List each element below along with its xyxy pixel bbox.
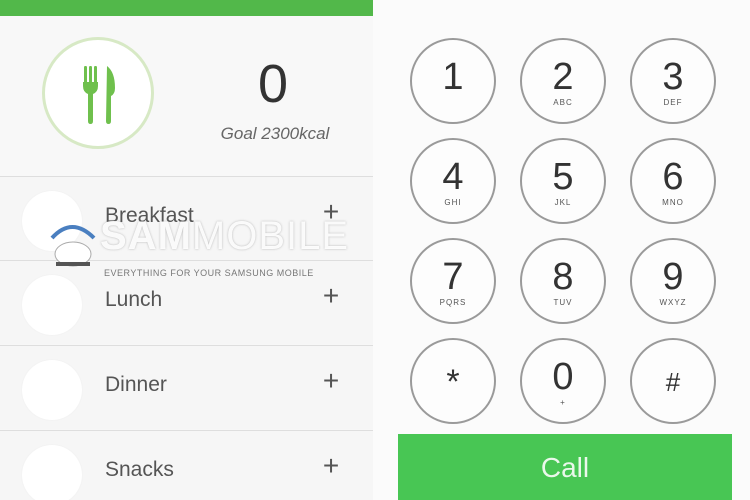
- key-letters: GHI: [444, 198, 462, 207]
- key-letters: TUV: [553, 298, 573, 307]
- key-hash[interactable]: #: [630, 338, 716, 424]
- key-digit: 1: [442, 56, 464, 98]
- key-digit: *: [446, 363, 460, 401]
- key-star[interactable]: *: [410, 338, 496, 424]
- key-digit: 8: [552, 256, 574, 298]
- calorie-count: 0: [257, 54, 289, 114]
- key-8[interactable]: 8 TUV: [520, 238, 606, 324]
- key-letters: ABC: [553, 98, 573, 107]
- key-digit: #: [665, 367, 681, 397]
- key-digit: 3: [662, 56, 684, 98]
- add-dinner-button[interactable]: +: [316, 366, 346, 396]
- key-letters: PQRS: [439, 298, 467, 307]
- add-breakfast-button[interactable]: +: [316, 197, 346, 227]
- key-digit: 2: [552, 56, 574, 98]
- meal-thumbnail: [22, 275, 82, 335]
- key-9[interactable]: 9 WXYZ: [630, 238, 716, 324]
- call-button[interactable]: Call: [398, 434, 732, 500]
- meal-label: Breakfast: [105, 204, 194, 227]
- add-snacks-button[interactable]: +: [316, 451, 346, 481]
- food-category-button[interactable]: [42, 37, 154, 149]
- key-letters: MNO: [662, 198, 684, 207]
- meal-thumbnail: [22, 360, 82, 420]
- key-2[interactable]: 2 ABC: [520, 38, 606, 124]
- key-5[interactable]: 5 JKL: [520, 138, 606, 224]
- meal-row-snacks[interactable]: Snacks +: [0, 430, 373, 500]
- key-1[interactable]: 1: [410, 38, 496, 124]
- add-lunch-button[interactable]: +: [316, 281, 346, 311]
- key-6[interactable]: 6 MNO: [630, 138, 716, 224]
- meal-label: Dinner: [105, 373, 167, 396]
- calorie-goal: Goal 2300kcal: [220, 124, 330, 143]
- dialer-panel: 1 2 ABC 3 DEF 4 GHI 5 JKL 6 MNO 7 PQRS 8…: [373, 0, 750, 500]
- meal-thumbnail: [22, 445, 82, 500]
- calorie-summary: 0 Goal 2300kcal: [0, 16, 373, 176]
- key-7[interactable]: 7 PQRS: [410, 238, 496, 324]
- key-digit: 6: [662, 156, 684, 198]
- meal-label: Lunch: [105, 288, 163, 311]
- key-digit: 9: [662, 256, 684, 298]
- top-bar: [0, 0, 373, 16]
- key-letters: +: [560, 398, 566, 407]
- key-letters: WXYZ: [659, 298, 687, 307]
- key-digit: 5: [552, 156, 574, 198]
- key-4[interactable]: 4 GHI: [410, 138, 496, 224]
- key-letters: DEF: [663, 98, 683, 107]
- meal-row-lunch[interactable]: Lunch +: [0, 260, 373, 344]
- meal-row-dinner[interactable]: Dinner +: [0, 345, 373, 429]
- meal-label: Snacks: [105, 458, 174, 481]
- key-digit: 7: [442, 256, 464, 298]
- fork-knife-icon: [83, 66, 115, 124]
- food-tracker-panel: 0 Goal 2300kcal Breakfast + Lunch + Dinn…: [0, 0, 373, 500]
- meal-row-breakfast[interactable]: Breakfast +: [0, 176, 373, 260]
- meal-thumbnail: [22, 191, 82, 251]
- key-0[interactable]: 0 +: [520, 338, 606, 424]
- key-digit: 4: [442, 156, 464, 198]
- key-3[interactable]: 3 DEF: [630, 38, 716, 124]
- key-digit: 0: [552, 356, 574, 398]
- key-letters: JKL: [554, 198, 572, 207]
